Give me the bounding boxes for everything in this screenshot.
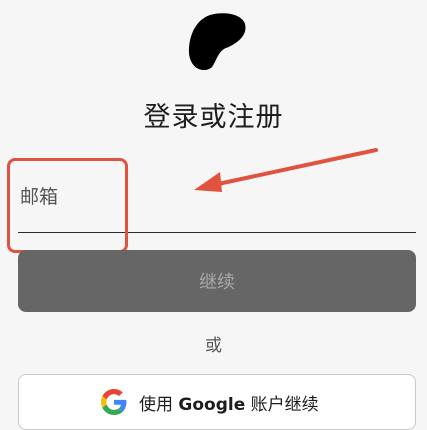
email-field-container	[18, 170, 416, 233]
or-separator: 或	[205, 336, 222, 356]
continue-button[interactable]: 继续	[18, 250, 416, 312]
google-label-brand: Google	[178, 394, 246, 415]
brand-logo	[188, 13, 246, 71]
google-icon	[101, 389, 127, 415]
google-label-suffix: 账户继续	[250, 394, 319, 415]
page-title: 登录或注册	[143, 102, 284, 133]
email-field[interactable]	[20, 182, 410, 212]
google-label-prefix: 使用	[139, 394, 173, 415]
google-signin-button[interactable]: 使用 Google 账户继续	[18, 374, 416, 430]
google-signin-label: 使用 Google 账户继续	[139, 390, 319, 415]
